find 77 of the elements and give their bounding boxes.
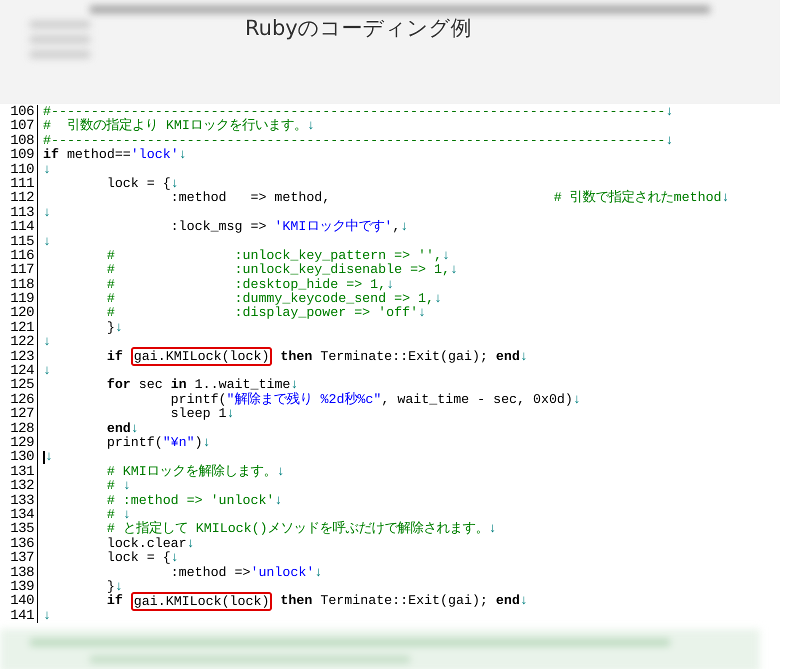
code-line: ↓ [43, 234, 51, 249]
code-line: ↓ [43, 608, 51, 624]
code-line: printf("¥n")↓ [106, 436, 211, 450]
line-number: 141 [0, 608, 38, 624]
code-line: # :display_power => 'off'↓ [106, 306, 426, 321]
code-text: if [106, 350, 124, 364]
code-line: # ↓ [106, 508, 131, 522]
code-line: # :desktop_hide => 1,↓ [106, 278, 394, 292]
line-number: 139 [0, 580, 38, 594]
line-number: 112 [0, 191, 38, 206]
line-number: 137 [0, 551, 38, 566]
line-number: 107 [0, 119, 38, 134]
line-number: 125 [0, 378, 38, 393]
code-line: # と指定して KMILock()メソッドを呼ぶだけで解除されます。↓ [106, 522, 497, 537]
line-number: 124 [0, 364, 38, 378]
line-number: 120 [0, 306, 38, 321]
code-line: ↓ [43, 335, 51, 350]
code-line: lock = {↓ [106, 551, 179, 566]
line-number: 129 [0, 436, 38, 450]
code-line: ↓ [43, 364, 51, 378]
line-number: 113 [0, 206, 38, 220]
line-number: 114 [0, 220, 38, 235]
line-number: 109 [0, 148, 38, 163]
line-number: 138 [0, 566, 38, 580]
line-number: 119 [0, 292, 38, 306]
line-number: 122 [0, 335, 38, 350]
code-line: #-----------------------------------------------------------------------------↓ [43, 105, 674, 119]
line-number: 127 [0, 407, 38, 422]
line-number: 128 [0, 422, 38, 436]
line-number: 106 [0, 105, 38, 120]
code-line: sleep 1↓ [170, 407, 235, 422]
code-text: then Terminate::Exit(gai); end↓ [279, 594, 528, 609]
code-line: ↓ [43, 206, 51, 220]
code-line: # ↓ [106, 479, 131, 494]
code-line: :method =>'unlock'↓ [170, 566, 322, 580]
line-number: 115 [0, 234, 38, 249]
line-number: 133 [0, 494, 38, 508]
code-line: ↓ [43, 162, 51, 177]
code-line: # 引数の指定より KMIロックを行います。↓ [43, 119, 315, 134]
code-line: # :method => 'unlock'↓ [106, 494, 282, 508]
page-title: Rubyのコーディング例 [245, 15, 472, 42]
line-number: 108 [0, 134, 38, 148]
code-line: # :unlock_key_disenable => 1,↓ [106, 263, 458, 278]
line-number: 126 [0, 392, 38, 408]
highlighted-code: gai.KMILock(lock) [130, 592, 272, 611]
code-line: # :unlock_key_pattern => '',↓ [106, 248, 450, 263]
code-line: lock.clear↓ [106, 536, 195, 551]
code-line: # KMIロックを解除します。↓ [106, 464, 285, 480]
line-number: 123 [0, 350, 38, 364]
code-text: if [106, 594, 124, 609]
line-number: 116 [0, 248, 38, 264]
line-number: 130 [0, 450, 38, 465]
line-number: 132 [0, 479, 38, 494]
code-text: then Terminate::Exit(gai); end↓ [279, 350, 528, 364]
line-number: 131 [0, 464, 38, 480]
code-line: :lock_msg => 'KMIロック中です',↓ [170, 220, 408, 235]
line-number: 121 [0, 320, 38, 336]
code-line: :method => method, # 引数で指定されたmethod↓ [170, 191, 730, 206]
line-number: 111 [0, 176, 38, 192]
highlighted-code: gai.KMILock(lock) [130, 347, 272, 366]
code-line: printf("解除まで残り %2d秒%c", wait_time - sec, 0x0d)↓ [170, 392, 581, 407]
line-number: 135 [0, 522, 38, 537]
line-number: 134 [0, 508, 38, 522]
line-number: 140 [0, 594, 38, 609]
code-line: }↓ [106, 320, 123, 336]
line-number: 136 [0, 536, 38, 552]
code-line: }↓ [106, 580, 123, 594]
code-line: if method=='lock'↓ [43, 148, 187, 163]
code-line: #-----------------------------------------------------------------------------↓ [43, 134, 674, 148]
code-line: for sec in 1..wait_time↓ [106, 378, 298, 392]
line-number: 110 [0, 162, 38, 177]
line-number: 118 [0, 278, 38, 292]
code-line: ↓ [45, 450, 53, 465]
code-line: end↓ [106, 422, 139, 436]
code-line: # :dummy_keycode_send => 1,↓ [106, 292, 442, 306]
code-line: lock = {↓ [106, 176, 179, 191]
line-number: 117 [0, 263, 38, 278]
